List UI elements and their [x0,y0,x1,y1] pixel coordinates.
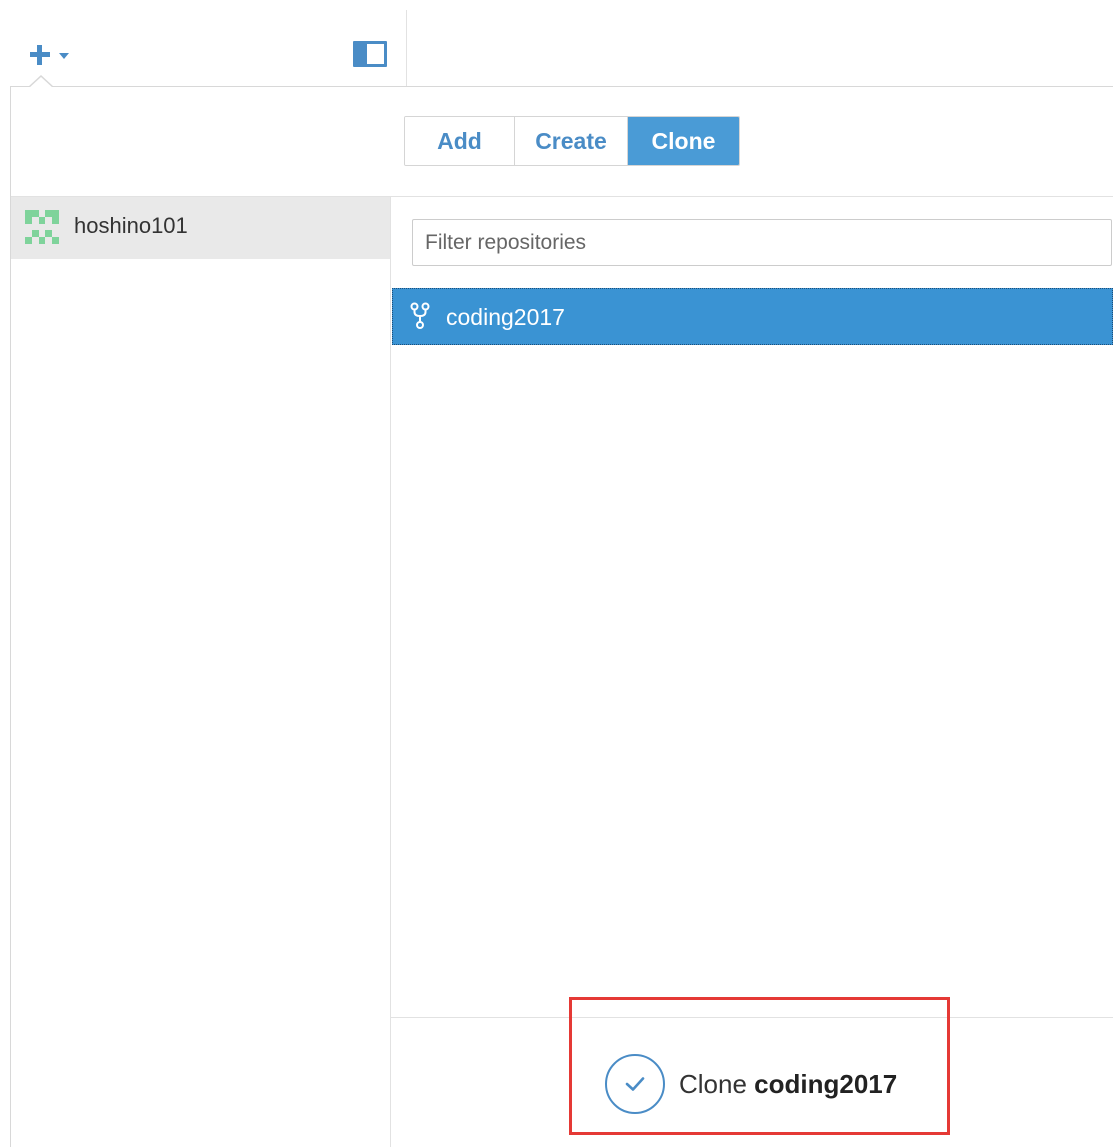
account-item[interactable]: hoshino101 [11,197,390,259]
toolbar-divider [406,10,407,88]
clone-action-repo: coding2017 [754,1068,898,1099]
filter-repositories-input[interactable] [412,219,1112,266]
account-name: hoshino101 [74,213,188,238]
tabs-row: Add Create Clone [11,87,1113,197]
app-window: Add Create Clone hoshino101 Filter repos… [0,0,1113,1147]
tab-create[interactable]: Create [515,117,628,165]
plus-icon [28,43,52,67]
add-menu-button[interactable] [28,38,88,72]
repository-name: coding2017 [446,304,565,330]
popover-arrow-inner [29,77,53,88]
fork-icon [410,302,430,329]
clone-button[interactable]: Clone coding2017 [605,1054,897,1114]
avatar [25,210,59,244]
accounts-list: hoshino101 [11,197,391,1147]
clone-button-label: Clone coding2017 [679,1069,897,1100]
tab-clone[interactable]: Clone [628,117,739,165]
add-repository-popover: Add Create Clone hoshino101 Filter repos… [10,86,1113,1147]
caret-down-icon [59,52,69,59]
check-circle-icon [605,1054,665,1114]
tab-group: Add Create Clone [404,116,740,166]
clone-action-prefix: Clone [679,1068,747,1099]
popover-footer: Clone coding2017 [391,1017,1113,1147]
repository-row[interactable]: coding2017 [392,288,1113,345]
repository-panel: coding2017 Clone coding2017 [391,197,1113,1147]
top-toolbar [0,0,408,88]
sidebar-toggle-icon[interactable] [353,41,387,67]
tab-add[interactable]: Add [405,117,515,165]
